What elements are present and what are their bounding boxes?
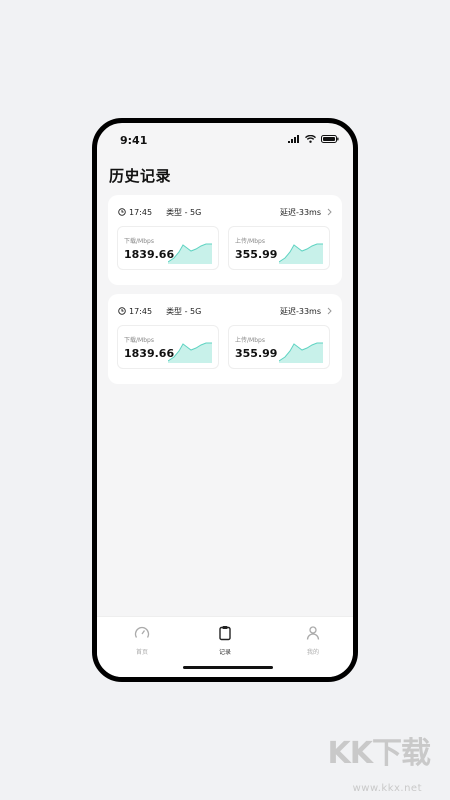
record-header: 17:45 类型 - 5G 延迟-33ms [118, 304, 332, 318]
record-latency-text: 延迟-33ms [279, 306, 321, 316]
record-time-text: 17:45 [129, 207, 153, 217]
tab-home[interactable]: 首页 [112, 625, 172, 656]
upload-value: 355.99 [235, 248, 278, 261]
speedometer-icon [134, 626, 150, 638]
record-time: 17:45 [118, 307, 152, 316]
download-sparkline [168, 243, 212, 264]
download-label: 下载/Mbps [124, 337, 154, 344]
watermark-url: www.kkx.net [352, 783, 422, 794]
download-metric: 下载/Mbps 1839.66 [117, 226, 219, 270]
clock-icon [118, 307, 126, 315]
watermark-logo: KK下载 [327, 736, 431, 771]
download-value: 1839.66 [124, 347, 175, 360]
upload-metric: 上传/Mbps 355.99 [228, 325, 330, 369]
record-latency: 延迟-33ms [280, 207, 332, 218]
cellular-signal-icon [288, 135, 299, 143]
record-card[interactable]: 17:45 类型 - 5G 延迟-33ms 下载/Mbps 1839.66 上传… [108, 294, 342, 384]
clock-icon [118, 208, 126, 216]
upload-sparkline [279, 243, 323, 264]
download-sparkline [168, 342, 212, 363]
record-header: 17:45 类型 - 5G 延迟-33ms [118, 205, 332, 219]
record-latency: 延迟-33ms [280, 306, 332, 317]
record-time: 17:45 [118, 208, 152, 217]
chevron-right-icon[interactable] [327, 307, 332, 315]
home-indicator[interactable] [183, 666, 273, 669]
download-value: 1839.66 [124, 248, 175, 261]
tab-bar: 首页 记录 我的 [97, 616, 353, 677]
status-time: 9:41 [120, 134, 148, 147]
page-title: 历史记录 [109, 167, 172, 185]
upload-label: 上传/Mbps [235, 238, 265, 245]
phone-frame: 9:41 历史记录 17:45 类型 - 5G 延迟-33ms 下载/Mbps … [92, 118, 358, 682]
battery-icon [321, 135, 339, 143]
status-bar: 9:41 [97, 123, 353, 159]
tab-profile-label: 我的 [306, 649, 319, 656]
upload-sparkline [279, 342, 323, 363]
upload-metric: 上传/Mbps 355.99 [228, 226, 330, 270]
user-icon [306, 626, 320, 640]
tab-records[interactable]: 记录 [195, 625, 255, 656]
record-card[interactable]: 17:45 类型 - 5G 延迟-33ms 下载/Mbps 1839.66 上传… [108, 195, 342, 285]
record-network-type: 类型 - 5G [166, 306, 202, 316]
chevron-right-icon[interactable] [327, 208, 332, 216]
clipboard-icon [219, 626, 231, 641]
status-icons [288, 135, 339, 143]
tab-profile[interactable]: 我的 [283, 625, 343, 656]
upload-value: 355.99 [235, 347, 278, 360]
record-latency-text: 延迟-33ms [279, 207, 321, 217]
upload-label: 上传/Mbps [235, 337, 265, 344]
wifi-icon [305, 135, 316, 143]
record-network-type: 类型 - 5G [166, 207, 202, 217]
download-label: 下载/Mbps [124, 238, 154, 245]
tab-records-label: 记录 [218, 649, 231, 656]
record-time-text: 17:45 [129, 306, 153, 316]
tab-home-label: 首页 [135, 649, 148, 656]
download-metric: 下载/Mbps 1839.66 [117, 325, 219, 369]
